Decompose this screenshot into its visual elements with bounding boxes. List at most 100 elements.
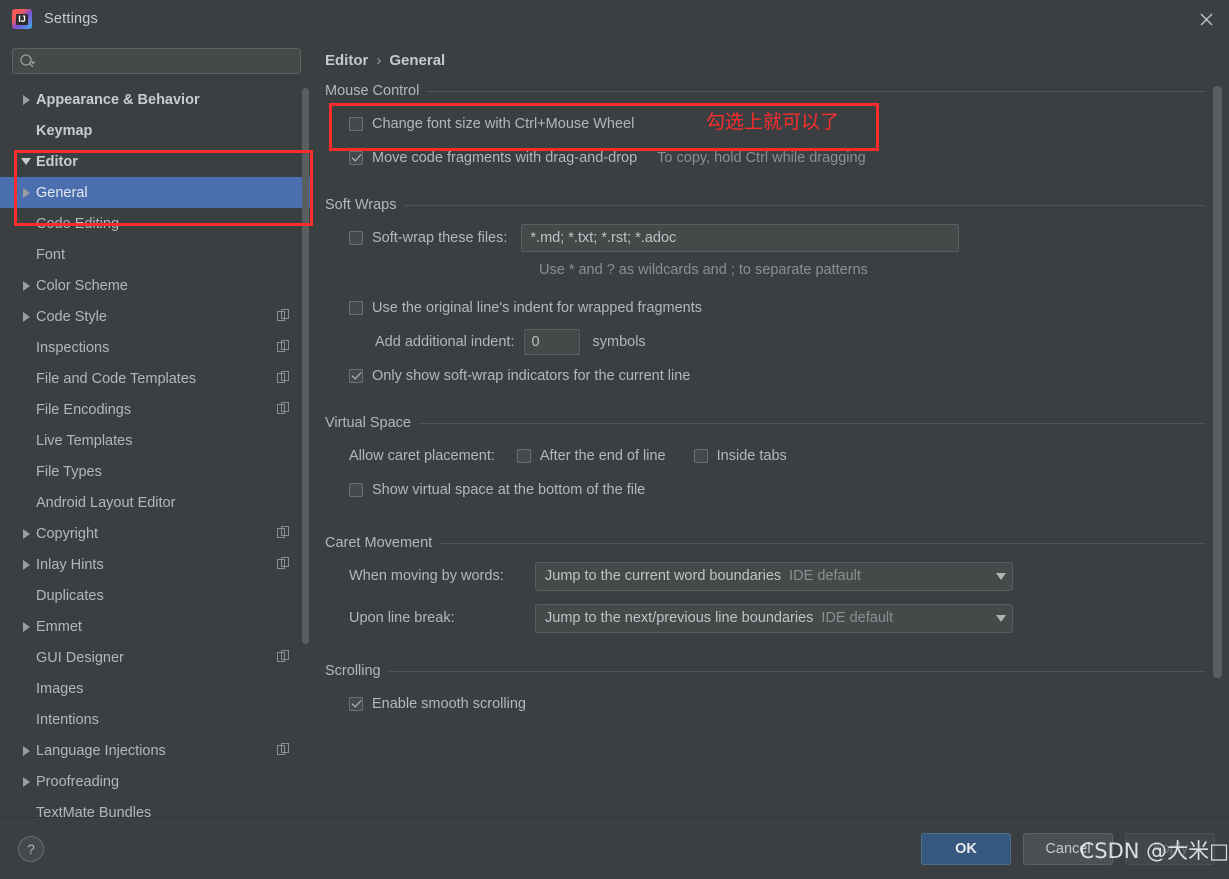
group-title: Mouse Control <box>325 83 420 99</box>
chevron-right-icon[interactable] <box>16 621 36 632</box>
upon-line-break-label: Upon line break: <box>349 610 455 626</box>
group-divider <box>440 542 1205 544</box>
sidebar-item-live-templates[interactable]: Live Templates <box>0 425 313 456</box>
help-icon[interactable]: ? <box>18 835 44 862</box>
when-moving-by-words-dropdown[interactable]: Jump to the current word boundaries IDE … <box>535 561 1013 591</box>
sidebar-item-label: Duplicates <box>36 587 104 604</box>
main-content-scrollbar[interactable] <box>1213 86 1222 678</box>
sidebar-item-label: Live Templates <box>36 432 133 449</box>
chevron-right-icon[interactable] <box>16 776 36 787</box>
copy-settings-icon[interactable] <box>277 370 289 387</box>
sidebar-item-keymap[interactable]: Keymap <box>0 115 313 146</box>
sidebar-item-inspections[interactable]: Inspections <box>0 332 313 363</box>
copy-settings-icon[interactable] <box>277 308 289 325</box>
row-move-fragments: Move code fragments with drag-and-drop T… <box>349 141 1205 175</box>
sidebar-item-language-injections[interactable]: Language Injections <box>0 735 313 766</box>
original-indent-checkbox[interactable] <box>349 301 363 315</box>
sidebar-item-emmet[interactable]: Emmet <box>0 611 313 642</box>
group-mouse-control: Mouse Control Change font size with Ctrl… <box>325 83 1205 175</box>
dropdown-value: Jump to the current word boundaries <box>545 568 782 584</box>
sidebar-item-label: General <box>36 184 88 201</box>
sidebar-item-editor[interactable]: Editor <box>0 146 313 177</box>
after-end-of-line-checkbox[interactable] <box>516 449 531 463</box>
close-icon[interactable] <box>1183 0 1229 38</box>
copy-settings-icon[interactable] <box>277 556 289 573</box>
change-font-size-checkbox[interactable] <box>349 117 363 131</box>
sidebar-item-intentions[interactable]: Intentions <box>0 704 313 735</box>
sidebar-item-code-style[interactable]: Code Style <box>0 301 313 332</box>
copy-settings-icon[interactable] <box>277 401 289 418</box>
copy-settings-icon[interactable] <box>277 742 289 759</box>
sidebar-item-file-and-code-templates[interactable]: File and Code Templates <box>0 363 313 394</box>
copy-settings-icon[interactable] <box>277 525 289 542</box>
sidebar-item-android-layout-editor[interactable]: Android Layout Editor <box>0 487 313 518</box>
group-body-soft-wraps: Soft-wrap these files: Use * and ? as wi… <box>325 221 1205 393</box>
only-show-indicators-checkbox[interactable] <box>349 369 363 383</box>
soft-wrap-files-input[interactable] <box>521 224 960 252</box>
show-virtual-space-checkbox[interactable] <box>349 483 363 497</box>
move-fragments-checkbox[interactable] <box>349 151 363 165</box>
sidebar-item-file-types[interactable]: File Types <box>0 456 313 487</box>
sidebar-item-general[interactable]: General <box>0 177 313 208</box>
copy-settings-icon[interactable] <box>277 339 289 356</box>
sidebar-item-appearance-behavior[interactable]: Appearance & Behavior <box>0 84 313 115</box>
search-box[interactable] <box>12 48 301 74</box>
sidebar-item-font[interactable]: Font <box>0 239 313 270</box>
dropdown-default-tag: IDE default <box>821 610 894 626</box>
sidebar-item-code-editing[interactable]: Code Editing <box>0 208 313 239</box>
upon-line-break-dropdown[interactable]: Jump to the next/previous line boundarie… <box>535 603 1013 633</box>
additional-indent-input[interactable] <box>524 329 581 355</box>
breadcrumb: Editor › General <box>313 38 1229 77</box>
enable-smooth-scrolling-checkbox[interactable] <box>349 697 363 711</box>
group-scrolling: Scrolling Enable smooth scrolling <box>325 663 1205 721</box>
sidebar-item-file-encodings[interactable]: File Encodings <box>0 394 313 425</box>
sidebar-item-label: Font <box>36 246 66 263</box>
chevron-right-icon[interactable] <box>16 745 36 756</box>
sidebar-item-label: Code Editing <box>36 215 120 232</box>
chevron-down-icon[interactable] <box>16 158 36 165</box>
intellij-logo-icon: IJ <box>12 9 32 29</box>
sidebar-item-label: Intentions <box>36 711 99 728</box>
chevron-right-icon[interactable] <box>16 311 36 322</box>
chevron-right-icon[interactable] <box>16 280 36 291</box>
search-input[interactable] <box>37 53 294 69</box>
row-enable-smooth-scrolling: Enable smooth scrolling <box>349 687 1205 721</box>
sidebar-item-proofreading[interactable]: Proofreading <box>0 766 313 797</box>
additional-indent-label: Add additional indent: <box>375 334 515 350</box>
dialog-body: Appearance & Behavior Keymap Editor General… <box>0 38 1229 817</box>
copy-settings-icon[interactable] <box>277 649 289 666</box>
chevron-right-icon <box>22 528 30 539</box>
sidebar-item-duplicates[interactable]: Duplicates <box>0 580 313 611</box>
sidebar-item-label: Android Layout Editor <box>36 494 176 511</box>
group-title: Caret Movement <box>325 535 433 551</box>
chevron-right-icon[interactable] <box>16 94 36 105</box>
row-show-virtual-space: Show virtual space at the bottom of the … <box>349 473 1205 507</box>
sidebar-item-copyright[interactable]: Copyright <box>0 518 313 549</box>
sidebar-item-gui-designer[interactable]: GUI Designer <box>0 642 313 673</box>
chevron-right-icon <box>22 559 30 570</box>
original-indent-label: Use the original line's indent for wrapp… <box>372 300 703 316</box>
search-icon <box>19 53 37 69</box>
sidebar-item-color-scheme[interactable]: Color Scheme <box>0 270 313 301</box>
group-soft-wraps: Soft Wraps Soft-wrap these files: Use * … <box>325 197 1205 393</box>
chevron-down-icon <box>21 158 31 165</box>
row-soft-wrap-files: Soft-wrap these files: <box>349 221 1205 255</box>
sidebar-scrollbar[interactable] <box>302 88 309 644</box>
soft-wrap-files-checkbox[interactable] <box>349 231 363 245</box>
logo-text: IJ <box>16 13 28 25</box>
chevron-right-icon[interactable] <box>16 187 36 198</box>
sidebar-item-textmate-bundles[interactable]: TextMate Bundles <box>0 797 313 818</box>
inside-tabs-label: Inside tabs <box>716 448 787 464</box>
ok-button[interactable]: OK <box>921 832 1011 865</box>
cancel-button[interactable]: Cancel <box>1023 832 1113 865</box>
settings-content-scroll: Mouse Control Change font size with Ctrl… <box>313 77 1229 817</box>
sidebar-item-images[interactable]: Images <box>0 673 313 704</box>
chevron-right-icon[interactable] <box>16 528 36 539</box>
title-bar: IJ Settings <box>0 0 1229 38</box>
sidebar-item-inlay-hints[interactable]: Inlay Hints <box>0 549 313 580</box>
sidebar-item-label: Proofreading <box>36 773 120 790</box>
chevron-right-icon[interactable] <box>16 559 36 570</box>
inside-tabs-checkbox[interactable] <box>693 449 708 463</box>
settings-tree[interactable]: Appearance & Behavior Keymap Editor General… <box>0 82 313 817</box>
breadcrumb-parent[interactable]: Editor <box>325 52 368 69</box>
